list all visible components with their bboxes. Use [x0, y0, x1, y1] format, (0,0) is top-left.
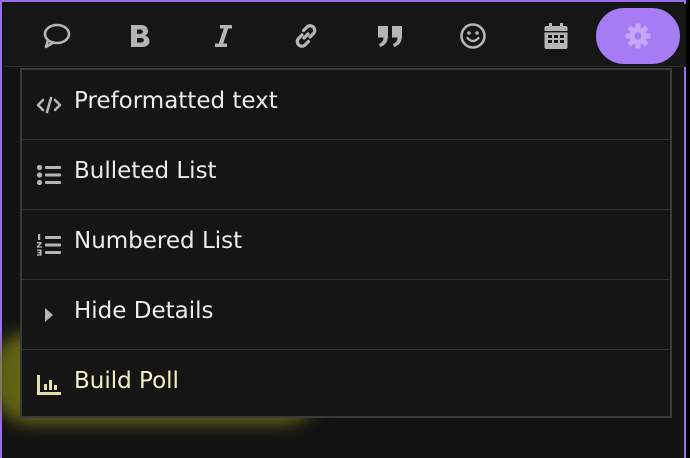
- calendar-button[interactable]: [520, 8, 592, 64]
- speech-bubble-button[interactable]: [21, 8, 93, 64]
- quote-button[interactable]: [354, 8, 426, 64]
- quote-icon: [378, 26, 402, 47]
- calendar-icon: [544, 23, 568, 49]
- bulleted-list-icon: [36, 163, 62, 187]
- composer-toolbar: [4, 4, 686, 67]
- caret-right-icon: [36, 303, 62, 327]
- options-menu: Preformatted text Bulleted List Numbered…: [20, 68, 672, 418]
- menu-item-hide-details[interactable]: Hide Details: [22, 280, 670, 350]
- link-button[interactable]: [270, 8, 342, 64]
- bar-chart-icon: [36, 373, 62, 397]
- menu-item-label: Build Poll: [74, 368, 179, 394]
- composer-frame: Preformatted text Bulleted List Numbered…: [0, 0, 686, 458]
- link-icon: [295, 24, 317, 48]
- code-icon: [36, 93, 62, 117]
- menu-item-label: Preformatted text: [74, 88, 278, 114]
- italic-button[interactable]: [187, 8, 259, 64]
- menu-item-preformatted-text[interactable]: Preformatted text: [22, 70, 670, 140]
- menu-item-numbered-list[interactable]: Numbered List: [22, 210, 670, 280]
- menu-item-build-poll[interactable]: Build Poll: [22, 350, 670, 420]
- menu-item-label: Bulleted List: [74, 158, 217, 184]
- menu-item-label: Hide Details: [74, 298, 214, 324]
- emoji-button[interactable]: [437, 8, 509, 64]
- menu-item-bulleted-list[interactable]: Bulleted List: [22, 140, 670, 210]
- menu-item-label: Numbered List: [74, 228, 243, 254]
- italic-icon: [215, 25, 232, 47]
- bold-button[interactable]: [104, 8, 176, 64]
- gear-icon: [625, 23, 651, 49]
- speech-bubble-icon: [43, 23, 71, 49]
- gear-button[interactable]: [596, 8, 680, 64]
- bold-icon: [131, 25, 150, 47]
- emoji-icon: [460, 23, 486, 49]
- numbered-list-icon: [36, 233, 62, 257]
